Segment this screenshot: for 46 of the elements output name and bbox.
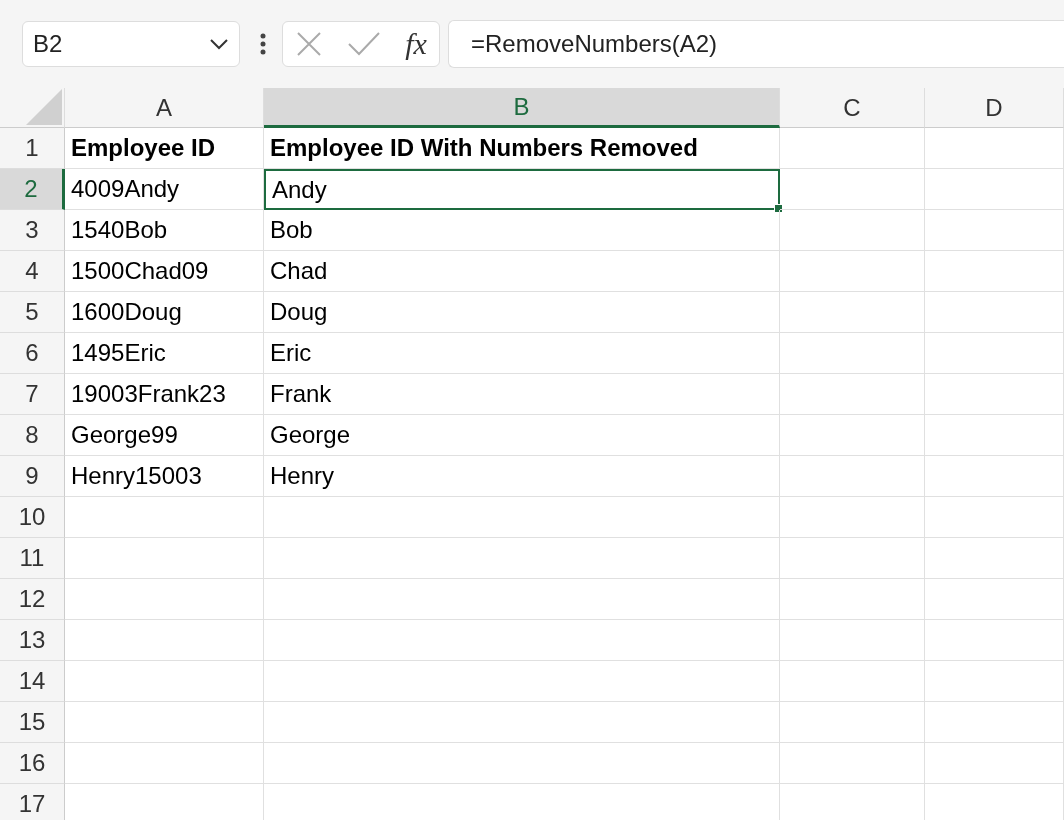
more-options-icon[interactable]	[260, 33, 266, 55]
row-header[interactable]: 15	[0, 702, 65, 743]
row-header[interactable]: 10	[0, 497, 65, 538]
dropdown-icon[interactable]	[209, 38, 229, 50]
table-cell: Henry15003	[65, 456, 264, 497]
row-header[interactable]: 2	[0, 169, 65, 210]
table-cell: 1600Doug	[65, 292, 264, 333]
row-header[interactable]: 1	[0, 128, 65, 169]
table-cell: Henry	[264, 456, 780, 497]
row-header[interactable]: 5	[0, 292, 65, 333]
cancel-icon[interactable]	[295, 30, 324, 58]
row-header[interactable]: 11	[0, 538, 65, 579]
row-header[interactable]: 9	[0, 456, 65, 497]
row-header[interactable]: 3	[0, 210, 65, 251]
row-header[interactable]: 6	[0, 333, 65, 374]
row-header[interactable]: 12	[0, 579, 65, 620]
row-header[interactable]: 14	[0, 661, 65, 702]
table-cell: 1540Bob	[65, 210, 264, 251]
column-header[interactable]: D	[925, 88, 1064, 128]
row-header[interactable]: 4	[0, 251, 65, 292]
row-header[interactable]: 7	[0, 374, 65, 415]
row-header[interactable]: 13	[0, 620, 65, 661]
name-box[interactable]: B2	[22, 21, 240, 67]
table-cell: Bob	[264, 210, 780, 251]
table-cell: 4009Andy	[65, 169, 264, 210]
table-cell: Doug	[264, 292, 780, 333]
formula-field[interactable]: =RemoveNumbers(A2)	[448, 20, 1064, 68]
table-cell: Employee ID	[65, 128, 264, 169]
row-header[interactable]: 8	[0, 415, 65, 456]
table-cell: 1500Chad09	[65, 251, 264, 292]
checkmark-icon[interactable]	[347, 31, 382, 57]
column-header[interactable]: C	[780, 88, 925, 128]
table-cell: 1495Eric	[65, 333, 264, 374]
table-cell: George99	[65, 415, 264, 456]
table-cell: Employee ID With Numbers Removed	[264, 128, 780, 169]
row-header[interactable]: 16	[0, 743, 65, 784]
column-header[interactable]: B	[264, 88, 780, 128]
insert-function-button[interactable]: fx	[405, 27, 427, 61]
table-cell: George	[264, 415, 780, 456]
row-header[interactable]: 17	[0, 784, 65, 820]
table-cell: Chad	[264, 251, 780, 292]
table-cell: 19003Frank23	[65, 374, 264, 415]
select-all-button[interactable]	[0, 88, 65, 128]
table-cell: Frank	[264, 374, 780, 415]
table-cell: Eric	[264, 333, 780, 374]
table-cell: Andy	[264, 169, 780, 210]
